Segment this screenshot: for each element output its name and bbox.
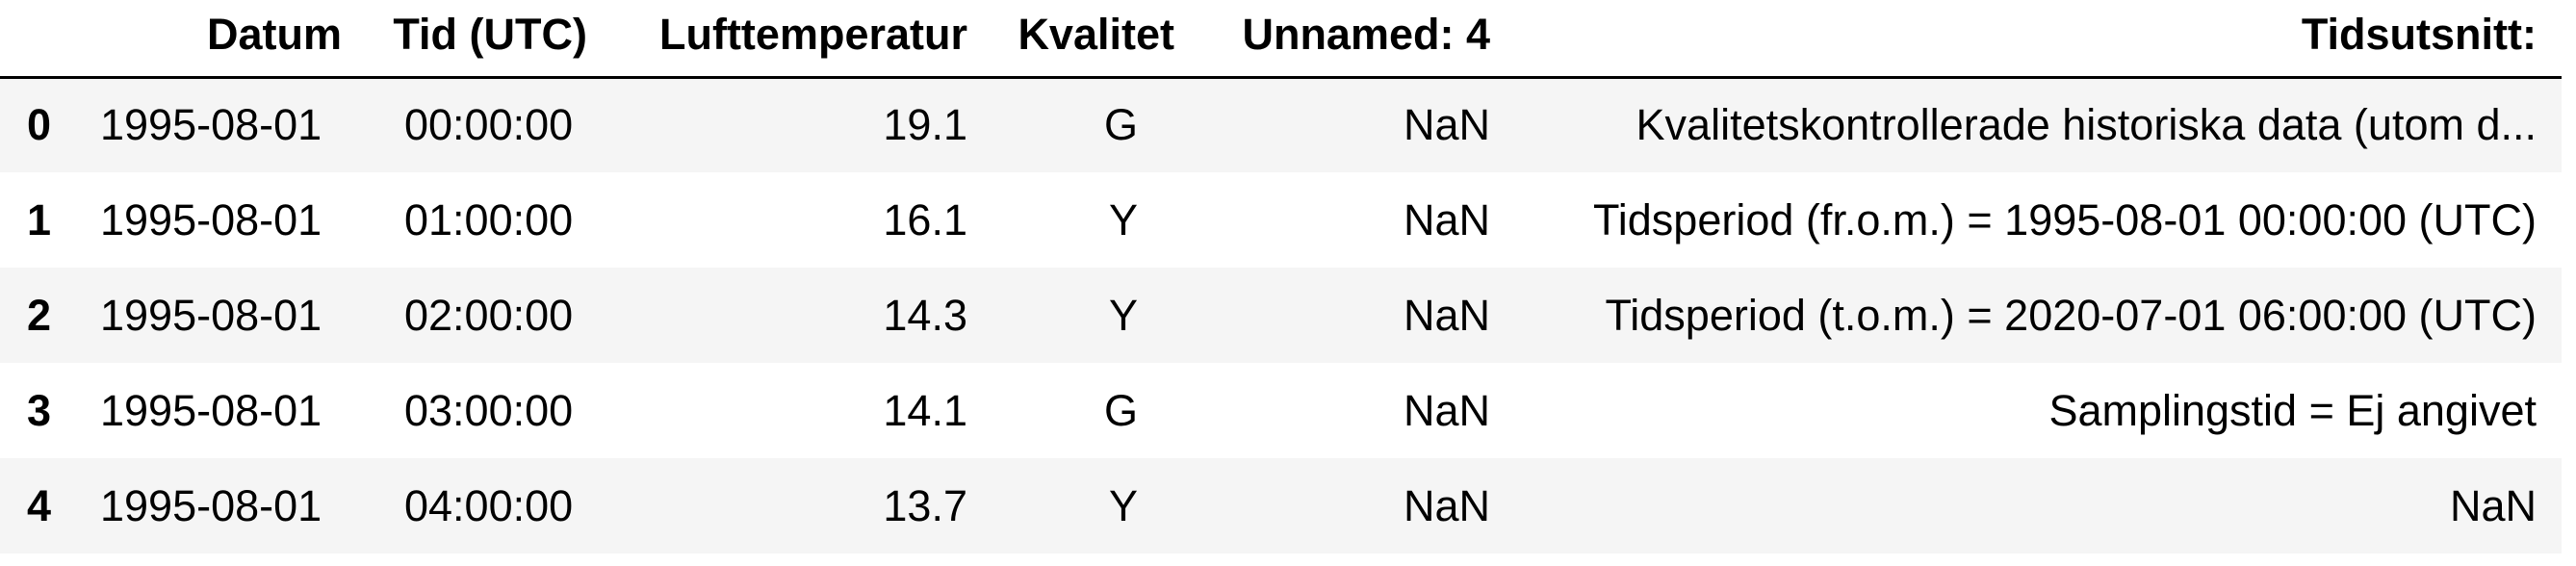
cell-tid: 00:00:00 bbox=[404, 100, 574, 150]
cell-unnamed-4: NaN bbox=[1403, 194, 1490, 244]
header-kvalitet: Kvalitet bbox=[985, 0, 1192, 79]
cell-kvalitet: Y bbox=[1108, 480, 1138, 530]
cell-unnamed-4: NaN bbox=[1403, 290, 1490, 340]
dataframe-output: Datum Tid (UTC) Lufttemperatur Kvalitet … bbox=[0, 0, 2576, 566]
table-header: Datum Tid (UTC) Lufttemperatur Kvalitet … bbox=[0, 0, 2562, 79]
cell-datum: 1995-08-01 bbox=[100, 194, 322, 244]
row-index: 3 bbox=[27, 385, 52, 435]
cell-kvalitet: G bbox=[1103, 385, 1138, 435]
cell-lufttemperatur: 14.3 bbox=[883, 290, 967, 340]
row-index: 0 bbox=[27, 100, 52, 150]
cell-kvalitet: Y bbox=[1108, 194, 1138, 244]
cell-kvalitet: Y bbox=[1108, 290, 1138, 340]
cell-datum: 1995-08-01 bbox=[100, 100, 322, 150]
table-body: 0 1995-08-01 00:00:00 19.1 G NaN Kvalite… bbox=[0, 77, 2562, 553]
cell-datum: 1995-08-01 bbox=[100, 385, 322, 435]
header-tidsutsnitt: Tidsutsnitt: bbox=[1507, 0, 2562, 79]
row-index: 2 bbox=[27, 290, 52, 340]
cell-tidsutsnitt: Kvalitetskontrollerade historiska data (… bbox=[1636, 100, 2537, 150]
row-index: 4 bbox=[27, 480, 52, 530]
cell-unnamed-4: NaN bbox=[1403, 100, 1490, 150]
header-lufttemperatur: Lufttemperatur bbox=[605, 0, 985, 79]
table-row: 0 1995-08-01 00:00:00 19.1 G NaN Kvalite… bbox=[0, 77, 2562, 172]
cell-tid: 01:00:00 bbox=[404, 194, 574, 244]
row-index: 1 bbox=[27, 194, 52, 244]
cell-lufttemperatur: 14.1 bbox=[883, 385, 967, 435]
table-row: 3 1995-08-01 03:00:00 14.1 G NaN Samplin… bbox=[0, 363, 2562, 458]
cell-lufttemperatur: 13.7 bbox=[883, 480, 967, 530]
cell-tidsutsnitt: NaN bbox=[2449, 480, 2537, 530]
table-row: 4 1995-08-01 04:00:00 13.7 Y NaN NaN bbox=[0, 458, 2562, 553]
cell-datum: 1995-08-01 bbox=[100, 480, 322, 530]
cell-tid: 03:00:00 bbox=[404, 385, 574, 435]
header-row: Datum Tid (UTC) Lufttemperatur Kvalitet … bbox=[0, 0, 2562, 79]
dataframe-table: Datum Tid (UTC) Lufttemperatur Kvalitet … bbox=[0, 0, 2562, 553]
table-row: 2 1995-08-01 02:00:00 14.3 Y NaN Tidsper… bbox=[0, 268, 2562, 363]
header-unnamed-4: Unnamed: 4 bbox=[1192, 0, 1507, 79]
cell-tid: 02:00:00 bbox=[404, 290, 574, 340]
cell-tid: 04:00:00 bbox=[404, 480, 574, 530]
cell-unnamed-4: NaN bbox=[1403, 385, 1490, 435]
cell-lufttemperatur: 19.1 bbox=[883, 100, 967, 150]
cell-datum: 1995-08-01 bbox=[100, 290, 322, 340]
cell-lufttemperatur: 16.1 bbox=[883, 194, 967, 244]
cell-tidsutsnitt: Tidsperiod (t.o.m.) = 2020-07-01 06:00:0… bbox=[1605, 290, 2537, 340]
cell-tidsutsnitt: Samplingstid = Ej angivet bbox=[2048, 385, 2537, 435]
header-tid-utc: Tid (UTC) bbox=[359, 0, 605, 79]
cell-kvalitet: G bbox=[1103, 100, 1138, 150]
table-row: 1 1995-08-01 01:00:00 16.1 Y NaN Tidsper… bbox=[0, 172, 2562, 268]
header-index bbox=[0, 0, 85, 79]
cell-tidsutsnitt: Tidsperiod (fr.o.m.) = 1995-08-01 00:00:… bbox=[1592, 194, 2537, 244]
header-datum: Datum bbox=[85, 0, 359, 79]
cell-unnamed-4: NaN bbox=[1403, 480, 1490, 530]
